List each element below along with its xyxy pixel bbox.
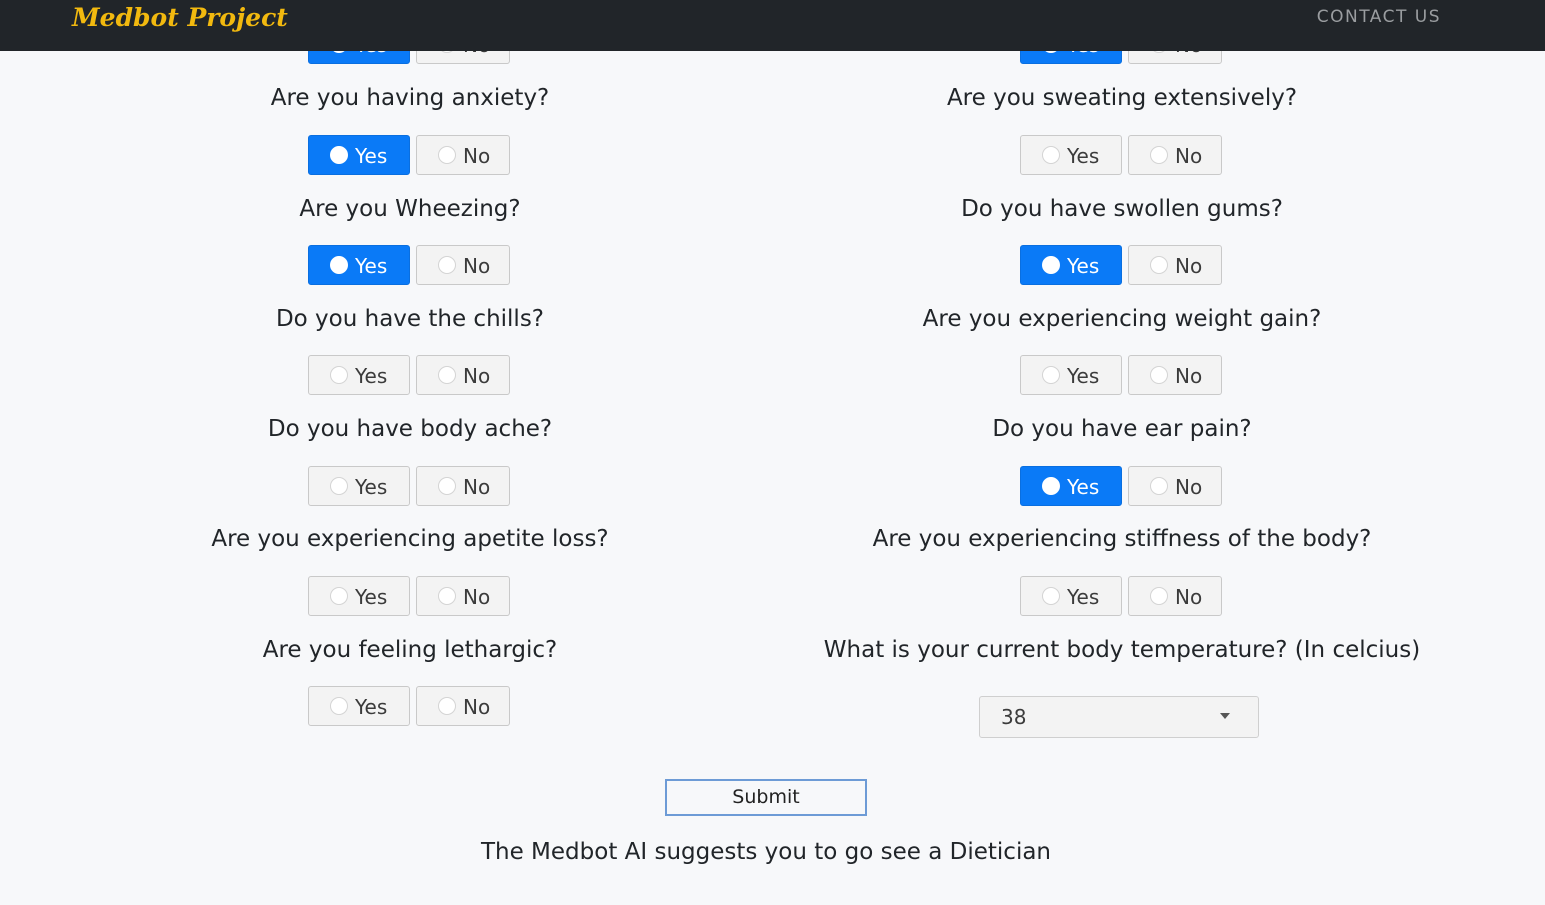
question-swollen-gums: Do you have swollen gums? (961, 196, 1283, 222)
yes-option[interactable]: Yes (308, 135, 410, 175)
option-label: Yes (355, 254, 388, 278)
submit-button[interactable]: Submit (665, 779, 867, 816)
radio-icon (330, 366, 348, 384)
radio-icon (1150, 587, 1168, 605)
yes-option[interactable]: Yes (308, 466, 410, 506)
option-label: Yes (355, 695, 388, 719)
navbar: Medbot Project CONTACT US (0, 0, 1545, 51)
radio-icon (1042, 477, 1060, 495)
radio-icon (438, 587, 456, 605)
radio-icon (330, 477, 348, 495)
option-label: Yes (1067, 144, 1100, 168)
yes-option[interactable]: Yes (1020, 576, 1122, 616)
radio-icon (438, 366, 456, 384)
option-label: Yes (355, 585, 388, 609)
yes-option[interactable]: Yes (1020, 355, 1122, 395)
no-option[interactable]: No (1128, 245, 1222, 285)
question-chills: Do you have the chills? (275, 306, 545, 332)
no-option[interactable]: No (416, 686, 510, 726)
option-label: No (1175, 364, 1203, 388)
option-label: No (463, 475, 491, 499)
question-stiffness: Are you experiencing stiffness of the bo… (872, 526, 1372, 552)
radio-icon (1150, 477, 1168, 495)
option-label: No (463, 144, 491, 168)
option-label: No (463, 364, 491, 388)
question-anxiety: Are you having anxiety? (270, 85, 550, 111)
yes-option[interactable]: Yes (1020, 135, 1122, 175)
no-option[interactable]: No (1128, 466, 1222, 506)
caret-down-icon (1220, 713, 1230, 719)
question-wheezing: Are you Wheezing? (299, 196, 521, 222)
yes-option[interactable]: Yes (308, 576, 410, 616)
yes-option[interactable]: Yes (1020, 245, 1122, 285)
radio-icon (1042, 146, 1060, 164)
option-label: Yes (355, 144, 388, 168)
no-option[interactable]: No (416, 576, 510, 616)
radio-icon (438, 477, 456, 495)
page: Yes No Yes No Are you having anxiety? Ye… (0, 0, 1545, 905)
question-body-ache: Do you have body ache? (267, 416, 553, 442)
question-sweating: Are you sweating extensively? (946, 85, 1298, 111)
radio-icon (1042, 587, 1060, 605)
question-lethargic: Are you feeling lethargic? (262, 637, 558, 663)
option-label: Yes (1067, 585, 1100, 609)
brand-logo[interactable]: Medbot Project (72, 2, 288, 34)
radio-icon (1150, 366, 1168, 384)
radio-icon (330, 256, 348, 274)
question-weight-gain: Are you experiencing weight gain? (922, 306, 1322, 332)
no-option[interactable]: No (416, 135, 510, 175)
option-label: No (463, 695, 491, 719)
option-label: No (463, 585, 491, 609)
option-label: Yes (1067, 475, 1100, 499)
temperature-value: 38 (1001, 705, 1027, 729)
option-label: Yes (1067, 254, 1100, 278)
radio-icon (330, 146, 348, 164)
radio-icon (330, 587, 348, 605)
no-option[interactable]: No (416, 466, 510, 506)
contact-us-link[interactable]: CONTACT US (1317, 6, 1441, 28)
yes-option[interactable]: Yes (308, 686, 410, 726)
radio-icon (1150, 256, 1168, 274)
no-option[interactable]: No (416, 245, 510, 285)
radio-icon (438, 146, 456, 164)
question-temperature: What is your current body temperature? (… (823, 637, 1421, 663)
option-label: Yes (1067, 364, 1100, 388)
no-option[interactable]: No (1128, 355, 1222, 395)
radio-icon (330, 697, 348, 715)
no-option[interactable]: No (1128, 576, 1222, 616)
no-option[interactable]: No (1128, 135, 1222, 175)
question-apetite-loss: Are you experiencing apetite loss? (211, 526, 609, 552)
temperature-select[interactable]: 38 (979, 696, 1259, 738)
option-label: Yes (355, 364, 388, 388)
radio-icon (438, 697, 456, 715)
option-label: No (1175, 144, 1203, 168)
yes-option[interactable]: Yes (1020, 466, 1122, 506)
option-label: No (1175, 585, 1203, 609)
option-label: No (463, 254, 491, 278)
radio-icon (1150, 146, 1168, 164)
option-label: No (1175, 475, 1203, 499)
radio-icon (438, 256, 456, 274)
no-option[interactable]: No (416, 355, 510, 395)
result-message: The Medbot AI suggests you to go see a D… (480, 839, 1052, 865)
option-label: No (1175, 254, 1203, 278)
option-label: Yes (355, 475, 388, 499)
radio-icon (1042, 256, 1060, 274)
question-ear-pain: Do you have ear pain? (992, 416, 1252, 442)
yes-option[interactable]: Yes (308, 245, 410, 285)
radio-icon (1042, 366, 1060, 384)
yes-option[interactable]: Yes (308, 355, 410, 395)
